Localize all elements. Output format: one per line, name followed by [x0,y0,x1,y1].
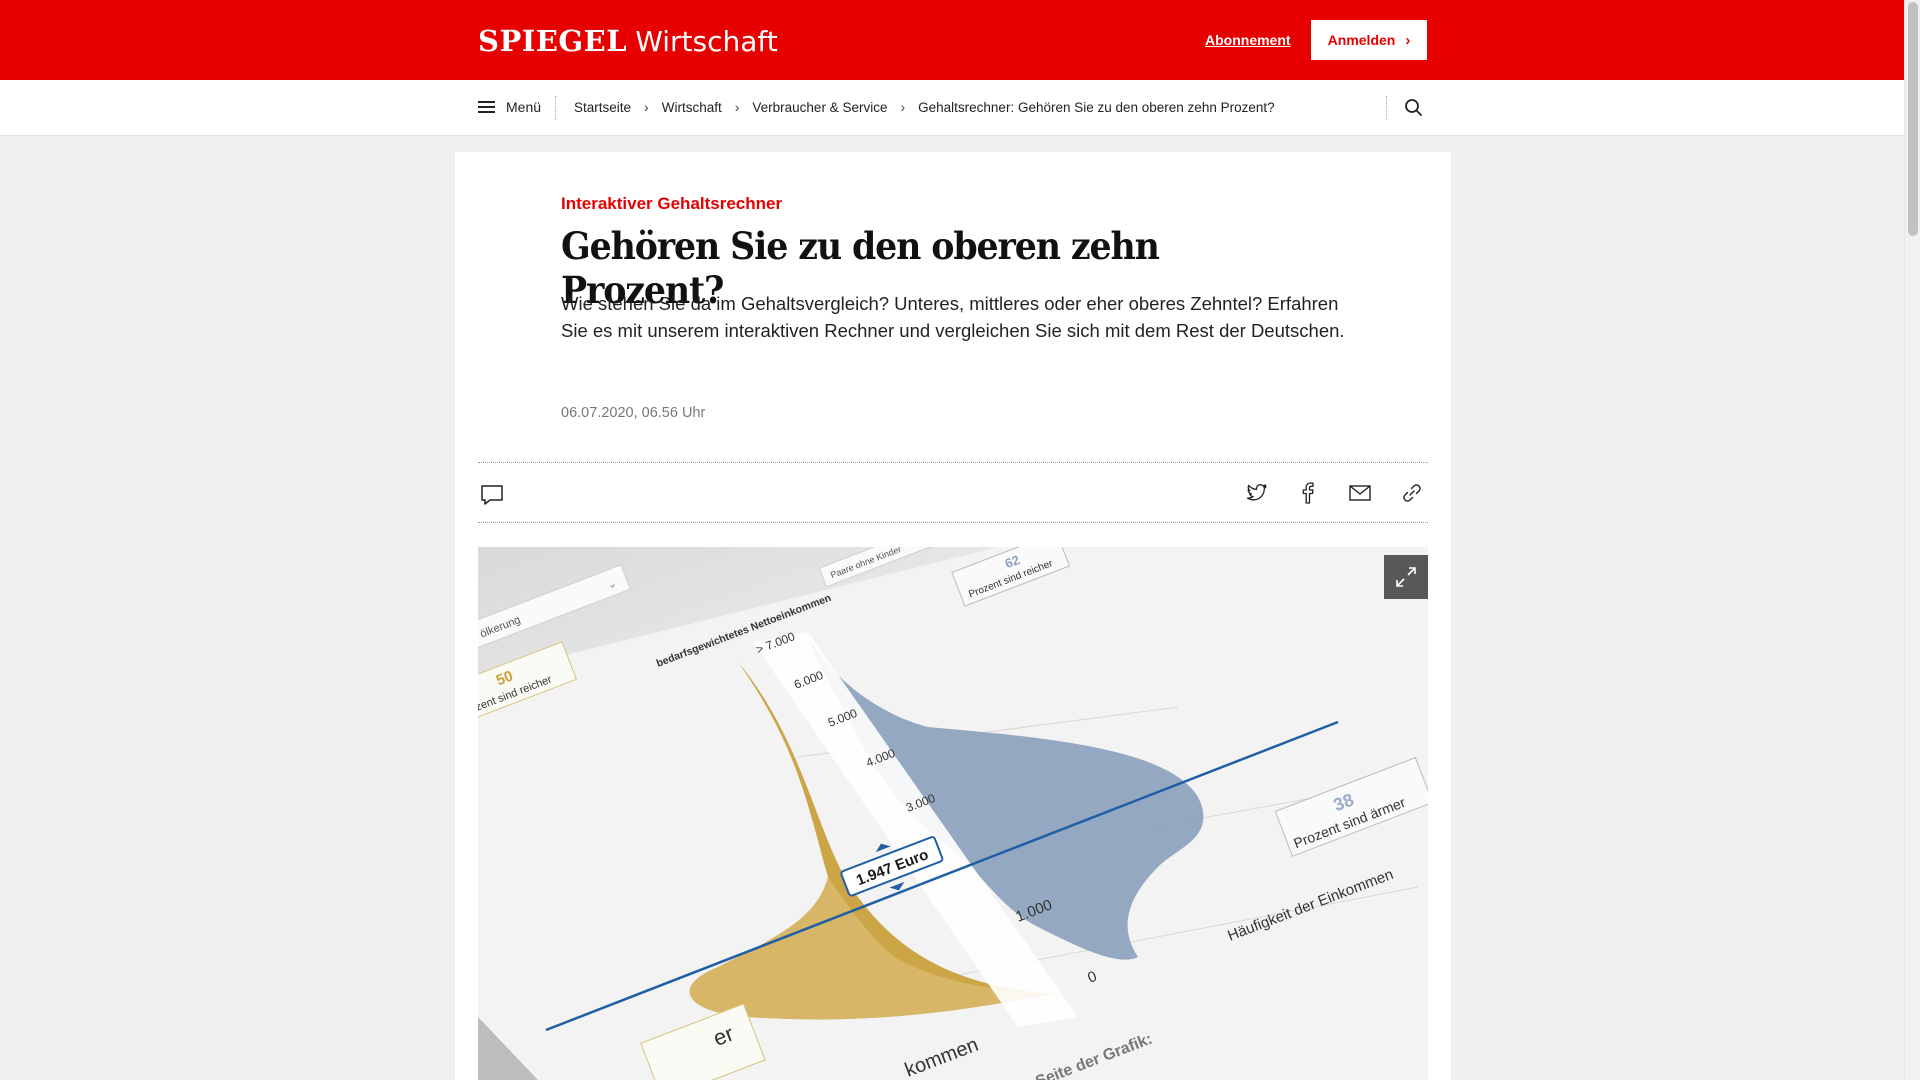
divider [478,462,1428,463]
article-lead: Wie stehen Sie da im Gehaltsvergleich? U… [561,293,1345,341]
subscribe-link[interactable]: Abonnement [1205,32,1291,48]
divider [478,522,1428,523]
top-header: SPIEGEL Wirtschaft Abonnement Anmelden › [0,0,1904,80]
breadcrumb-verbraucher[interactable]: Verbraucher & Service [752,100,887,115]
comments-button[interactable] [479,482,505,508]
expand-image-button[interactable] [1384,555,1428,599]
share-mail-button[interactable] [1347,480,1373,506]
search-button[interactable] [1403,97,1425,119]
twitter-icon [1246,484,1267,501]
hero-image[interactable]: 1.947 Euro bedarfsgewichtetes Nettoeinko… [478,547,1428,1080]
chevron-right-icon: › [734,99,740,115]
expand-icon [1396,567,1416,587]
article-card: Interaktiver Gehaltsrechner Gehören Sie … [455,152,1451,1080]
chevron-right-icon: › [644,99,649,115]
login-label: Anmelden [1327,32,1396,48]
article-date: 06.07.2020, 06.56 Uhr [561,405,706,421]
income-distribution-graphic: 1.947 Euro bedarfsgewichtetes Nettoeinko… [478,547,1428,1080]
comment-icon [481,485,503,505]
hamburger-icon [478,101,495,113]
scrollbar-thumb[interactable] [1908,2,1918,236]
share-twitter-button[interactable] [1244,480,1270,506]
article-kicker: Interaktiver Gehaltsrechner [561,194,783,213]
chevron-right-icon: › [900,99,906,115]
page-scrollbar[interactable] [1904,0,1920,1080]
breadcrumb-home[interactable]: Startseite [574,100,631,115]
link-icon [1403,484,1421,502]
logo-brand: SPIEGEL [478,24,628,58]
login-button[interactable]: Anmelden › [1311,20,1427,60]
search-icon [1405,99,1422,116]
mail-icon [1349,485,1371,501]
navigation-bar: Menü Startseite › Wirtschaft › Verbrauch… [0,80,1904,136]
logo-section: Wirtschaft [635,25,778,58]
menu-button[interactable]: Menü [478,99,541,115]
breadcrumb-wirtschaft[interactable]: Wirtschaft [662,100,722,115]
copy-link-button[interactable] [1399,480,1425,506]
menu-label: Menü [506,99,542,115]
facebook-icon [1302,482,1314,504]
population-filter: ölkerung ⌄ [478,564,631,651]
site-logo[interactable]: SPIEGEL Wirtschaft [478,24,778,58]
nav-divider [1386,96,1387,120]
breadcrumb-current: Gehaltsrechner: Gehören Sie zu den obere… [918,99,1275,115]
chevron-right-icon: › [1405,31,1411,49]
breadcrumb: Startseite › Wirtschaft › Verbraucher & … [574,99,1275,115]
nav-divider [555,96,556,120]
share-facebook-button[interactable] [1295,480,1321,506]
